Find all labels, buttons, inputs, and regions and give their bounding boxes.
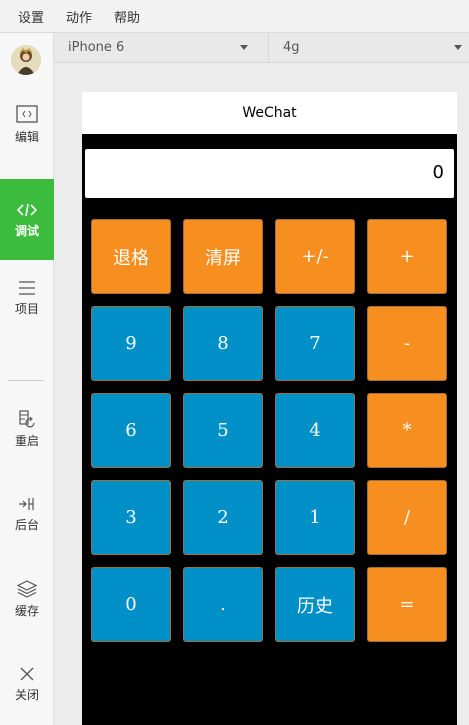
digit-1-button[interactable]: 1: [275, 480, 355, 555]
digit-2-button[interactable]: 2: [183, 480, 263, 555]
menu-lines-icon: [19, 281, 35, 295]
close-icon: [20, 667, 34, 681]
digit-8-button[interactable]: 8: [183, 306, 263, 381]
subtract-button[interactable]: -: [367, 306, 447, 381]
menu-actions[interactable]: 动作: [66, 7, 92, 26]
navigation-title: WeChat: [82, 92, 457, 134]
digit-6-button[interactable]: 6: [91, 393, 171, 468]
history-button[interactable]: 历史: [275, 567, 355, 642]
digit-3-button[interactable]: 3: [91, 480, 171, 555]
chevron-down-icon: [454, 45, 462, 50]
sidebar-item-edit[interactable]: 编辑: [0, 105, 54, 161]
sidebar-item-label: 后台: [14, 518, 39, 532]
chevron-down-icon: [240, 45, 248, 50]
layers-icon: [16, 580, 38, 598]
sidebar-item-close[interactable]: 关闭: [0, 665, 54, 713]
divide-button[interactable]: /: [367, 480, 447, 555]
network-select-value: 4g: [283, 40, 300, 55]
sidebar-item-cache[interactable]: 缓存: [0, 579, 54, 627]
sidebar-item-background[interactable]: 后台: [0, 495, 54, 543]
avatar[interactable]: [11, 45, 41, 75]
restart-icon: [19, 410, 35, 428]
sidebar-item-debug[interactable]: 调试: [0, 179, 54, 260]
debug-code-icon: [16, 203, 38, 217]
code-editor-icon: [16, 105, 38, 123]
sidebar: 编辑 调试 项目 重启 后台 缓存 关闭: [0, 33, 54, 725]
digit-0-button[interactable]: 0: [91, 567, 171, 642]
calculator-display: 0: [85, 149, 454, 198]
digit-9-button[interactable]: 9: [91, 306, 171, 381]
device-select-value: iPhone 6: [68, 40, 125, 55]
sidebar-item-restart[interactable]: 重启: [0, 409, 54, 457]
menu-help[interactable]: 帮助: [114, 7, 140, 26]
sidebar-item-label: 缓存: [14, 604, 39, 618]
digit-5-button[interactable]: 5: [183, 393, 263, 468]
network-select[interactable]: 4g: [269, 33, 469, 62]
negate-button[interactable]: +/-: [275, 219, 355, 294]
sidebar-item-label: 重启: [14, 434, 39, 448]
decimal-button[interactable]: .: [183, 567, 263, 642]
simulator-toolbar: iPhone 6 4g: [54, 33, 469, 63]
add-button[interactable]: +: [367, 219, 447, 294]
sidebar-item-label: 项目: [14, 302, 39, 316]
sidebar-item-label: 关闭: [14, 688, 39, 702]
phone-simulator: WeChat 0 退格 清屏 +/- + 9 8 7 - 6 5 4 * 3 2…: [82, 92, 457, 725]
digit-4-button[interactable]: 4: [275, 393, 355, 468]
sidebar-item-label: 编辑: [14, 130, 39, 144]
multiply-button[interactable]: *: [367, 393, 447, 468]
device-select[interactable]: iPhone 6: [54, 33, 269, 62]
clear-button[interactable]: 清屏: [183, 219, 263, 294]
equals-button[interactable]: =: [367, 567, 447, 642]
sidebar-item-project[interactable]: 项目: [0, 279, 54, 327]
sidebar-divider: [8, 380, 44, 381]
sidebar-item-label: 调试: [14, 224, 39, 238]
digit-7-button[interactable]: 7: [275, 306, 355, 381]
menu-bar: 设置 动作 帮助: [0, 0, 469, 33]
display-value: 0: [432, 162, 444, 183]
menu-settings[interactable]: 设置: [18, 7, 44, 26]
background-icon: [19, 498, 34, 510]
backspace-button[interactable]: 退格: [91, 219, 171, 294]
